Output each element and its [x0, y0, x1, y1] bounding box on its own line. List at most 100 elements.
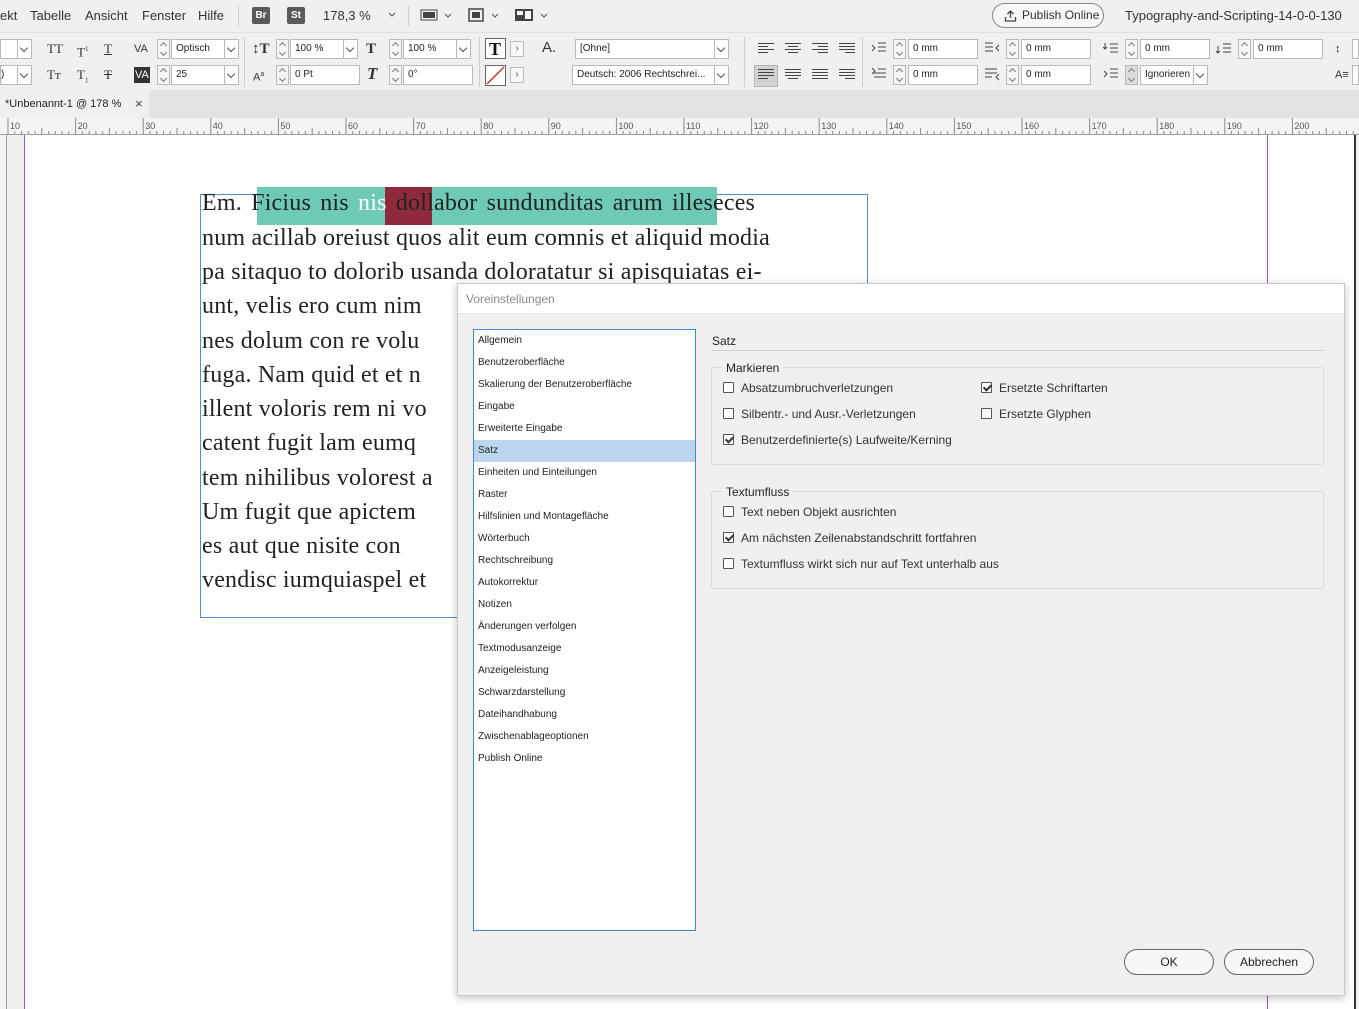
baseline-shift-stepper[interactable]: [276, 65, 289, 85]
character-style-dropdown[interactable]: [714, 39, 729, 59]
text-line-7[interactable]: illent voloris rem ni vo: [202, 396, 427, 423]
space-after-field[interactable]: 0 mm: [1253, 39, 1323, 59]
category-item[interactable]: Autokorrektur: [474, 572, 695, 594]
checkbox-ersetzte-glyphen[interactable]: [981, 408, 992, 419]
screen-mode-chevron-icon[interactable]: [490, 8, 500, 18]
category-item[interactable]: Dateihandhabung: [474, 704, 695, 726]
view-options-chevron-icon[interactable]: [443, 8, 453, 18]
publish-online-button[interactable]: Publish Online: [992, 3, 1104, 28]
bridge-icon[interactable]: Br: [252, 7, 270, 24]
skew-field[interactable]: 0°: [403, 65, 473, 85]
vertical-scale-stepper[interactable]: [276, 39, 289, 59]
category-item[interactable]: Publish Online: [474, 748, 695, 770]
strikethrough-icon[interactable]: T: [104, 67, 112, 83]
text-line-8[interactable]: catent fugit lam eumq: [202, 430, 416, 457]
stock-icon[interactable]: St: [287, 7, 305, 24]
stroke-swatch-arrow-icon[interactable]: ›: [510, 67, 524, 83]
checkbox-absatzumbruchverletzungen[interactable]: [723, 382, 734, 393]
font-size-dropdown[interactable]: [17, 65, 32, 85]
horizontal-scale-stepper[interactable]: [389, 39, 402, 59]
text-line-11[interactable]: es aut que nisite con: [202, 533, 401, 560]
tracking-field[interactable]: 25: [171, 65, 225, 85]
checkbox-label[interactable]: Ersetzte Schriftarten: [999, 381, 1108, 395]
last-line-indent-stepper[interactable]: [1006, 65, 1019, 85]
character-style-field[interactable]: [Ohne]: [575, 39, 715, 59]
left-indent-stepper[interactable]: [893, 39, 906, 59]
vertical-scale-dropdown[interactable]: [343, 39, 358, 59]
category-item[interactable]: Wörterbuch: [474, 528, 695, 550]
fill-color-icon[interactable]: T: [485, 38, 506, 59]
cancel-button[interactable]: Abbrechen: [1224, 949, 1314, 975]
menu-hilfe[interactable]: Hilfe: [198, 8, 224, 23]
underline-icon[interactable]: T: [104, 41, 112, 57]
text-line-9[interactable]: tem nihilibus volorest a: [202, 465, 433, 492]
menu-objekt[interactable]: ekt: [0, 8, 17, 23]
align-right-icon[interactable]: [812, 43, 828, 56]
checkbox-textumfluss-unterhalb[interactable]: [723, 558, 734, 569]
justify-left-icon[interactable]: [758, 69, 774, 82]
space-before-field[interactable]: 0 mm: [1140, 39, 1210, 59]
tracking-stepper[interactable]: [157, 65, 170, 85]
space-before-stepper[interactable]: [1125, 39, 1138, 59]
ok-button[interactable]: OK: [1124, 949, 1214, 975]
category-item[interactable]: Skalierung der Benutzeroberfläche: [474, 374, 695, 396]
category-item[interactable]: Rechtschreibung: [474, 550, 695, 572]
language-dropdown[interactable]: [714, 65, 729, 85]
checkbox-label[interactable]: Text neben Objekt ausrichten: [741, 505, 896, 519]
category-item[interactable]: Erweiterte Eingabe: [474, 418, 695, 440]
checkbox-label[interactable]: Silbentr.- und Ausr.-Verletzungen: [741, 407, 916, 421]
text-line-3[interactable]: pa sitaquo to dolorib usanda doloratatur…: [202, 259, 762, 286]
text-line-6[interactable]: fuga. Nam quid et et n: [202, 362, 421, 389]
category-item[interactable]: Zwischenablageoptionen: [474, 726, 695, 748]
drop-cap-lines-field[interactable]: [1352, 39, 1359, 59]
menu-ansicht[interactable]: Ansicht: [85, 8, 128, 23]
category-item[interactable]: Eingabe: [474, 396, 695, 418]
horizontal-scale-dropdown[interactable]: [456, 39, 471, 59]
small-caps-icon[interactable]: Tт: [47, 67, 61, 83]
grid-align-dropdown[interactable]: [1193, 65, 1208, 85]
stroke-color-none-icon[interactable]: [485, 65, 506, 86]
grid-align-stepper[interactable]: [1125, 65, 1138, 85]
checkbox-label[interactable]: Absatzumbruchverletzungen: [741, 381, 893, 395]
align-center-icon[interactable]: [785, 43, 801, 56]
checkbox-text-neben-objekt[interactable]: [723, 506, 734, 517]
text-line-4[interactable]: unt, velis ero cum nim: [202, 293, 422, 320]
grid-align-field[interactable]: Ignorieren: [1140, 65, 1195, 85]
menu-tabelle[interactable]: Tabelle: [30, 8, 71, 23]
menu-fenster[interactable]: Fenster: [142, 8, 186, 23]
text-line-2[interactable]: num acillab oreiust quos alit eum comnis…: [202, 225, 770, 252]
superscript-icon[interactable]: T1: [77, 41, 88, 60]
checkbox-ersetzte-schriftarten[interactable]: [981, 382, 992, 393]
category-item[interactable]: Anzeigeleistung: [474, 660, 695, 682]
last-line-indent-field[interactable]: 0 mm: [1021, 65, 1091, 85]
text-line-5[interactable]: nes dolum con re volu: [202, 328, 420, 355]
category-item[interactable]: Raster: [474, 484, 695, 506]
category-item[interactable]: Schwarzdarstellung: [474, 682, 695, 704]
zoom-level[interactable]: 178,3 %: [323, 8, 371, 23]
category-item[interactable]: Textmodusanzeige: [474, 638, 695, 660]
kerning-dropdown[interactable]: [224, 39, 239, 59]
category-item[interactable]: Änderungen verfolgen: [474, 616, 695, 638]
category-item[interactable]: Hilfslinien und Montagefläche: [474, 506, 695, 528]
category-item[interactable]: Allgemein: [474, 330, 695, 352]
drop-cap-chars-field[interactable]: [1352, 65, 1359, 85]
kerning-field[interactable]: Optisch: [171, 39, 225, 59]
font-style-field[interactable]: [0, 39, 18, 59]
right-indent-field[interactable]: 0 mm: [1021, 39, 1091, 59]
checkbox-zeilenabstandschritt[interactable]: [723, 532, 734, 543]
right-indent-stepper[interactable]: [1006, 39, 1019, 59]
subscript-icon[interactable]: T1: [77, 67, 88, 89]
dialog-title-bar[interactable]: [458, 284, 1344, 314]
space-after-stepper[interactable]: [1238, 39, 1251, 59]
document-tab[interactable]: *Unbenannt-1 @ 178 % ×: [0, 90, 149, 118]
skew-stepper[interactable]: [389, 65, 402, 85]
vertical-scale-field[interactable]: 100 %: [290, 39, 344, 59]
justify-center-icon[interactable]: [785, 69, 801, 82]
justify-all-icon[interactable]: [812, 69, 828, 82]
checkbox-label[interactable]: Ersetzte Glyphen: [999, 407, 1091, 421]
category-item-selected[interactable]: Satz: [474, 440, 695, 462]
font-size-field[interactable]: ): [0, 65, 18, 85]
tracking-dropdown[interactable]: [224, 65, 239, 85]
category-item[interactable]: Einheiten und Einteilungen: [474, 462, 695, 484]
justify-right-icon[interactable]: [839, 69, 855, 82]
